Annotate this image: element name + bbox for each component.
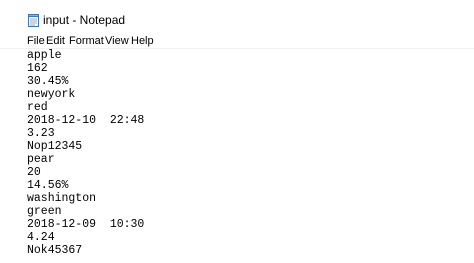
window-title: input - Notepad	[43, 13, 126, 27]
menu-help[interactable]: Help	[131, 34, 154, 48]
text-line: newyork	[27, 88, 76, 101]
text-line: 3.23	[27, 127, 55, 140]
text-line: Nop12345	[27, 140, 83, 153]
text-line: 20	[27, 166, 41, 179]
text-line: 162	[27, 62, 48, 75]
title-bar[interactable]: input - Notepad	[0, 0, 474, 33]
menu-format[interactable]: Format	[69, 34, 104, 48]
menu-bar: File Edit Format View Help	[0, 33, 474, 48]
menu-file[interactable]: File	[27, 34, 45, 48]
text-line: 4.24	[27, 231, 55, 244]
menu-view[interactable]: View	[105, 34, 129, 48]
text-line: red	[27, 101, 48, 114]
text-editor-area[interactable]: apple 162 30.45% newyork red 2018-12-10 …	[0, 49, 474, 263]
text-line: 2018-12-09 10:30	[27, 218, 145, 231]
text-line: 30.45%	[27, 75, 69, 88]
text-line: washington	[27, 192, 97, 205]
notepad-window: input - Notepad File Edit Format View He…	[0, 0, 474, 263]
text-line: green	[27, 205, 62, 218]
menu-edit[interactable]: Edit	[46, 34, 65, 48]
notepad-icon	[28, 14, 39, 27]
text-line: pear	[27, 153, 55, 166]
text-line: 2018-12-10 22:48	[27, 114, 145, 127]
text-line: apple	[27, 49, 62, 62]
text-line: 14.56%	[27, 179, 69, 192]
text-line: Nok45367	[27, 244, 83, 257]
